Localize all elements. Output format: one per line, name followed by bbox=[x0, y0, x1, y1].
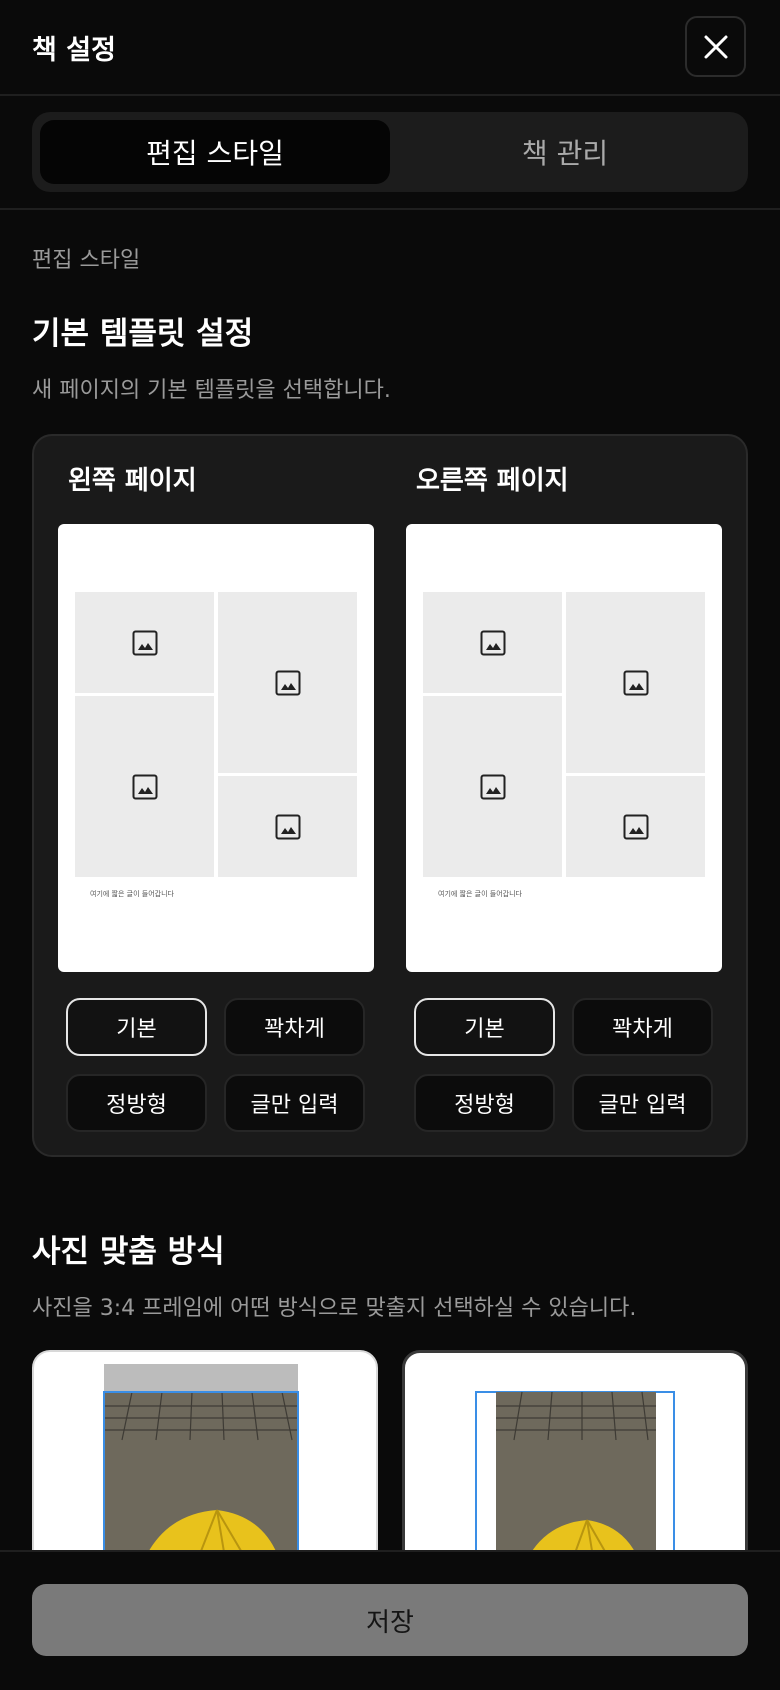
left-option-square[interactable]: 정방형 bbox=[66, 1074, 207, 1132]
close-button[interactable] bbox=[685, 16, 746, 77]
photo-placeholder bbox=[423, 592, 562, 693]
right-page-preview: 여기에 짧은 글이 들어갑니다 bbox=[406, 524, 722, 972]
right-option-text-only[interactable]: 글만 입력 bbox=[572, 1074, 713, 1132]
photo-placeholder bbox=[423, 696, 562, 877]
photo-placeholder bbox=[75, 696, 214, 877]
template-description: 새 페이지의 기본 템플릿을 선택합니다. bbox=[32, 378, 391, 403]
template-title: 기본 템플릿 설정 bbox=[32, 316, 254, 352]
image-icon bbox=[623, 814, 648, 839]
save-button[interactable]: 저장 bbox=[32, 1584, 748, 1656]
left-option-text-only[interactable]: 글만 입력 bbox=[224, 1074, 365, 1132]
photo-placeholder bbox=[566, 776, 705, 877]
photo-placeholder bbox=[566, 592, 705, 773]
tab-book-manage[interactable]: 책 관리 bbox=[390, 120, 740, 184]
image-icon bbox=[480, 630, 505, 655]
right-page-title: 오른쪽 페이지 bbox=[416, 466, 569, 496]
right-option-basic[interactable]: 기본 bbox=[414, 998, 555, 1056]
left-page-preview: 여기에 짧은 글이 들어갑니다 bbox=[58, 524, 374, 972]
image-icon bbox=[132, 630, 157, 655]
section-label: 편집 스타일 bbox=[32, 248, 141, 273]
page-caption: 여기에 짧은 글이 들어갑니다 bbox=[438, 890, 522, 898]
footer: 저장 bbox=[0, 1550, 780, 1690]
right-option-fill[interactable]: 꽉차게 bbox=[572, 998, 713, 1056]
left-option-basic[interactable]: 기본 bbox=[66, 998, 207, 1056]
dialog-title: 책 설정 bbox=[32, 35, 116, 66]
template-card: 왼쪽 페이지 여기에 짧은 글이 들어갑니다 기본 꽉차게 정방형 글만 입력 … bbox=[32, 434, 748, 1157]
left-page-title: 왼쪽 페이지 bbox=[68, 466, 197, 496]
tab-edit-style[interactable]: 편집 스타일 bbox=[40, 120, 390, 184]
left-option-fill[interactable]: 꽉차게 bbox=[224, 998, 365, 1056]
image-icon bbox=[132, 774, 157, 799]
image-icon bbox=[623, 670, 648, 695]
divider bbox=[0, 208, 780, 210]
fit-title: 사진 맞춤 방식 bbox=[32, 1234, 225, 1270]
image-icon bbox=[275, 670, 300, 695]
header: 책 설정 bbox=[0, 0, 780, 96]
page-caption: 여기에 짧은 글이 들어갑니다 bbox=[90, 890, 174, 898]
image-icon bbox=[275, 814, 300, 839]
close-icon bbox=[704, 35, 727, 58]
photo-placeholder bbox=[218, 592, 357, 773]
image-icon bbox=[480, 774, 505, 799]
tab-bar: 편집 스타일 책 관리 bbox=[32, 112, 748, 192]
photo-placeholder bbox=[218, 776, 357, 877]
photo-placeholder bbox=[75, 592, 214, 693]
fit-description: 사진을 3:4 프레임에 어떤 방식으로 맞출지 선택하실 수 있습니다. bbox=[32, 1296, 637, 1321]
right-option-square[interactable]: 정방형 bbox=[414, 1074, 555, 1132]
